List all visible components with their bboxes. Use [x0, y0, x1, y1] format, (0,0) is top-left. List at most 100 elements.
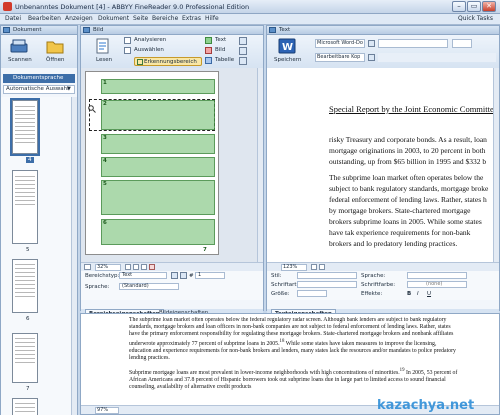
recognition-area-button[interactable]: Erkennungsbereich [134, 57, 202, 66]
menu-page[interactable]: Seite [133, 15, 148, 22]
thumbnail-scrollbar[interactable] [71, 97, 77, 415]
document-language-select[interactable]: Automatische Auswahl ▼ [3, 85, 75, 94]
language-header: Dokumentsprache [3, 74, 75, 83]
text-region[interactable] [101, 157, 215, 177]
menu-view[interactable]: Anzeigen [65, 15, 93, 22]
zoom-out-icon[interactable] [149, 264, 155, 270]
menu-help[interactable]: Hilfe [205, 15, 219, 22]
edit-tool-icon[interactable] [239, 37, 247, 45]
area-properties-icon[interactable] [239, 57, 247, 65]
delete-area-icon[interactable] [239, 47, 247, 55]
page-number: 4 [26, 157, 34, 163]
text-editor[interactable]: Special Report by the Joint Economic Com… [267, 68, 498, 262]
table-area-label[interactable]: Tabelle [215, 57, 234, 63]
region-number: 3 [103, 135, 107, 141]
page-thumbnail[interactable] [12, 398, 38, 415]
text-region[interactable] [101, 100, 215, 130]
italic-button[interactable]: I [417, 291, 419, 297]
effects-label: Effekte: [361, 291, 383, 297]
text-region[interactable] [101, 134, 215, 154]
zoom-icon[interactable] [84, 264, 91, 270]
table-area-icon[interactable] [205, 57, 212, 64]
select-icon[interactable] [124, 47, 131, 54]
area-type-select[interactable]: Text [119, 272, 167, 279]
bold-button[interactable]: B [407, 291, 411, 297]
document-toolbar: Scannen Öffnen [1, 35, 77, 68]
text-region[interactable] [101, 79, 215, 94]
area-color-icon[interactable] [171, 272, 178, 279]
speech-label: Sprache: [361, 273, 386, 279]
svg-text:W: W [282, 42, 293, 53]
page-thumbnail[interactable] [12, 333, 38, 383]
text-region[interactable] [101, 180, 215, 215]
read-label: Lesen [96, 57, 113, 63]
zoom-in-icon[interactable] [311, 264, 317, 270]
font-size-field[interactable] [452, 39, 472, 48]
text-pane: Text W Speichern Microsoft Word-Do Bearb… [266, 25, 500, 318]
menu-file[interactable]: Datei [5, 15, 21, 22]
analyze-label[interactable]: Analysieren [134, 37, 166, 43]
zoom-dropdown[interactable]: 32% [95, 264, 121, 271]
fit-width-icon[interactable] [125, 264, 131, 270]
fit-page-icon[interactable] [133, 264, 139, 270]
image-pane-header: Bild [81, 26, 263, 35]
title-bar: Unbenanntes Dokument [4] - ABBYY FineRea… [0, 0, 500, 14]
send-icon[interactable] [368, 40, 375, 47]
text-region[interactable] [101, 219, 215, 245]
image-scrollbar[interactable] [257, 68, 263, 262]
maximize-button[interactable]: ▭ [467, 1, 481, 12]
text-area-icon[interactable] [205, 37, 212, 44]
watermark: kazachya.net [377, 398, 475, 413]
text-properties-panel: Stil: Sprache: Schriftart: Schriftfarbe:… [267, 271, 499, 300]
style-select[interactable] [297, 272, 357, 279]
scan-label: Scannen [8, 57, 32, 63]
close-button[interactable]: ✕ [482, 1, 496, 12]
font-label: Schriftart: [271, 282, 299, 288]
read-icon[interactable] [95, 38, 111, 54]
speech-select[interactable] [407, 272, 467, 279]
page-lock-icon[interactable] [180, 272, 187, 279]
minimize-button[interactable]: – [452, 1, 466, 12]
page-number: 6 [26, 316, 30, 322]
edit-mode-select[interactable]: Bearbeitbare Kop [315, 53, 365, 62]
window-title: Unbenanntes Dokument [4] - ABBYY FineRea… [15, 3, 250, 11]
font-name-field[interactable] [378, 39, 448, 48]
image-area-label[interactable]: Bild [215, 47, 225, 53]
menu-edit[interactable]: Bearbeiten [28, 15, 61, 22]
save-label: Speichern [274, 57, 302, 63]
quick-tasks-button[interactable]: Quick Tasks [458, 15, 493, 22]
menu-document[interactable]: Dokument [98, 15, 129, 22]
pane-toggle-icon[interactable] [269, 27, 276, 33]
page-thumbnail[interactable] [10, 98, 40, 156]
zoom-dropdown[interactable]: 97% [95, 407, 119, 414]
select-label[interactable]: Auswählen [134, 47, 164, 53]
order-number-field[interactable]: 1 [195, 272, 225, 279]
image-area-icon[interactable] [205, 47, 212, 54]
document-pane: Dokument Scannen Öffnen Dokumentsprache … [0, 25, 78, 415]
text-area-label[interactable]: Text [215, 37, 226, 43]
word-save-icon[interactable]: W [278, 38, 296, 54]
text-zoom-dropdown[interactable]: 123% [281, 264, 307, 271]
font-color-select[interactable]: (none) [407, 281, 467, 288]
font-select[interactable] [297, 281, 357, 288]
pane-toggle-icon[interactable] [3, 27, 10, 33]
page-thumbnail[interactable] [12, 170, 38, 244]
image-toolbar: Lesen Analysieren Auswählen Erkennungsbe… [81, 35, 263, 68]
analyze-icon[interactable] [124, 37, 131, 44]
size-select[interactable] [297, 290, 327, 297]
scanner-icon[interactable] [10, 38, 28, 54]
open-folder-icon[interactable] [46, 38, 64, 54]
menu-tools[interactable]: Extras [182, 15, 201, 22]
save-format-select[interactable]: Microsoft Word-Do [315, 39, 365, 48]
text-scrollbar[interactable] [493, 68, 499, 262]
page-thumbnail[interactable] [12, 259, 38, 313]
menu-areas[interactable]: Bereiche [152, 15, 178, 22]
page-image[interactable]: 1 2 3 4 5 6 7 [85, 71, 219, 255]
underline-button[interactable]: U [427, 291, 431, 297]
magnifier-icon [88, 105, 96, 113]
options-icon[interactable] [368, 54, 375, 61]
language-select[interactable]: (Standard) [119, 283, 179, 290]
zoom-in-icon[interactable] [141, 264, 147, 270]
pane-toggle-icon[interactable] [83, 27, 90, 33]
zoom-out-icon[interactable] [319, 264, 325, 270]
